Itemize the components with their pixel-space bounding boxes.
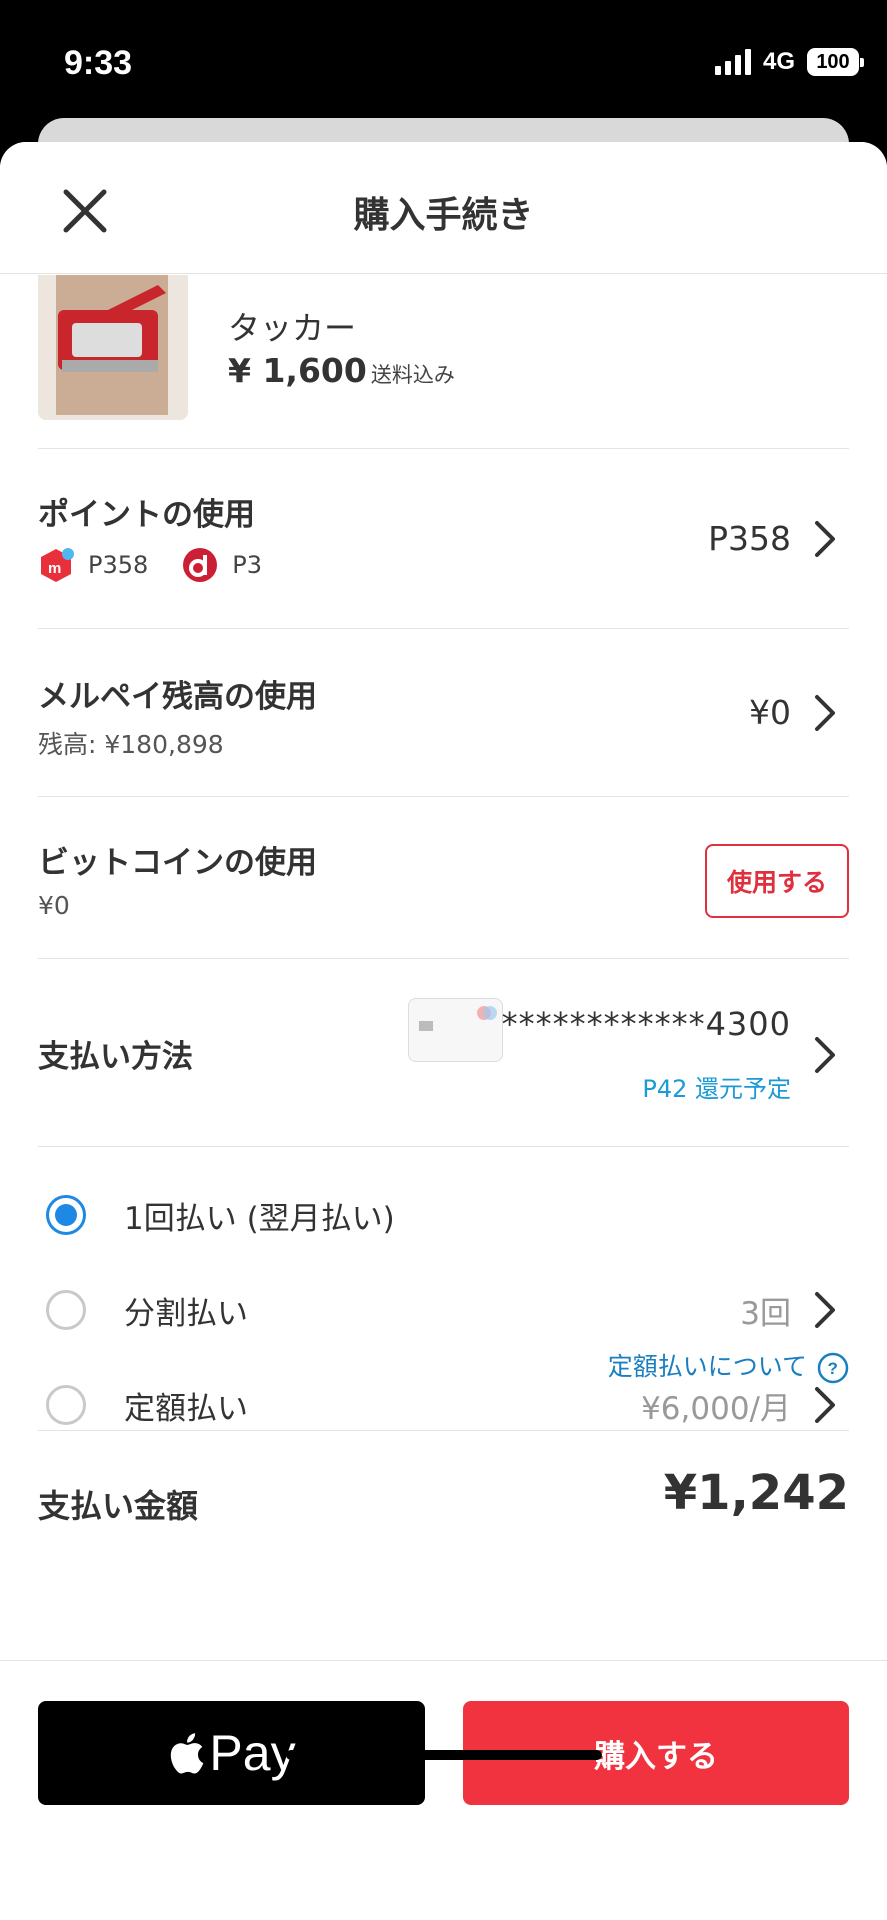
- radio-selected[interactable]: [46, 1195, 86, 1235]
- about-link-label: 定額払いについて: [607, 1352, 807, 1381]
- bitcoin-row: ビットコインの使用 ¥0 使用する: [38, 797, 849, 959]
- chevron-right-icon: [815, 1292, 835, 1328]
- product-name: タッカー: [228, 309, 357, 347]
- option-label: 1回払い (翌月払い): [124, 1201, 395, 1237]
- mercari-points-icon: m: [41, 548, 74, 582]
- payment-method-row[interactable]: 支払い方法 ************4300 P42 還元予定: [38, 959, 849, 1147]
- card-number: ************4300: [501, 1005, 791, 1043]
- option-value: 3回: [740, 1296, 791, 1332]
- option-installment[interactable]: 分割払い 3回: [38, 1270, 849, 1350]
- total-row: 支払い金額 ¥1,242: [38, 1430, 849, 1540]
- chevron-right-icon: [815, 1037, 835, 1073]
- option-label: 定額払い: [124, 1391, 248, 1427]
- footer: Pay 購入する: [0, 1660, 887, 1920]
- status-bar: 9:33 4G 100: [0, 0, 887, 118]
- svg-text:?: ?: [828, 1359, 838, 1378]
- product-price: ¥ 1,600 送料込み: [228, 351, 455, 390]
- product-image: [38, 275, 188, 420]
- page-title: 購入手続き: [353, 195, 534, 236]
- about-fixed-payment-link[interactable]: 定額払いについて ?: [349, 1347, 849, 1384]
- chevron-right-icon: [815, 1387, 835, 1423]
- help-icon: ?: [817, 1352, 849, 1384]
- option-label: 分割払い: [124, 1296, 248, 1332]
- home-indicator[interactable]: [286, 1750, 602, 1760]
- total-label: 支払い金額: [38, 1487, 199, 1525]
- shipping-note: 送料込み: [370, 363, 455, 387]
- merpay-title: メルペイ残高の使用: [38, 679, 317, 715]
- status-indicators: 4G 100: [714, 48, 864, 76]
- points-breakdown: m P358 P3: [38, 547, 262, 583]
- apple-pay-label: Pay: [209, 1725, 296, 1781]
- header: 購入手続き: [0, 142, 887, 274]
- bitcoin-value: ¥0: [38, 891, 70, 920]
- apple-icon: [171, 1733, 204, 1774]
- card-reward: P42 還元予定: [642, 1075, 791, 1103]
- chevron-right-icon: [815, 695, 835, 731]
- signal-icon: [714, 49, 751, 75]
- d-points-value: P3: [232, 551, 263, 579]
- payment-method-title: 支払い方法: [38, 1039, 193, 1075]
- network-type: 4G: [762, 48, 795, 75]
- use-bitcoin-button[interactable]: 使用する: [705, 844, 849, 918]
- points-row[interactable]: ポイントの使用 m P358 P3 P358: [38, 449, 849, 629]
- mercari-points-value: P358: [88, 551, 149, 579]
- points-title: ポイントの使用: [38, 497, 255, 533]
- total-value: ¥1,242: [663, 1465, 849, 1521]
- content: タッカー ¥ 1,600 送料込み ポイントの使用 m P358 P3 P358…: [0, 275, 887, 1660]
- radio-unselected[interactable]: [46, 1290, 86, 1330]
- option-value: ¥6,000/月: [641, 1391, 791, 1427]
- merpay-value: ¥0: [749, 693, 791, 732]
- status-time: 9:33: [64, 44, 133, 82]
- option-lump-sum[interactable]: 1回払い (翌月払い): [38, 1175, 849, 1255]
- points-value: P358: [708, 519, 791, 558]
- d-points-icon: [183, 548, 218, 582]
- radio-unselected[interactable]: [46, 1385, 86, 1425]
- product-price-value: ¥ 1,600: [228, 351, 367, 390]
- credit-card-icon: [408, 998, 503, 1062]
- battery-icon: 100: [807, 48, 864, 76]
- product-summary: タッカー ¥ 1,600 送料込み: [38, 275, 849, 449]
- merpay-row[interactable]: メルペイ残高の使用 残高: ¥180,898 ¥0: [38, 629, 849, 797]
- merpay-balance: 残高: ¥180,898: [38, 730, 224, 759]
- bitcoin-title: ビットコインの使用: [38, 845, 317, 881]
- chevron-right-icon: [815, 521, 835, 557]
- purchase-sheet: 購入手続き タッカー ¥ 1,600 送料込み ポイントの使用 m P358 P…: [0, 142, 887, 1920]
- svg-text:m: m: [48, 560, 61, 577]
